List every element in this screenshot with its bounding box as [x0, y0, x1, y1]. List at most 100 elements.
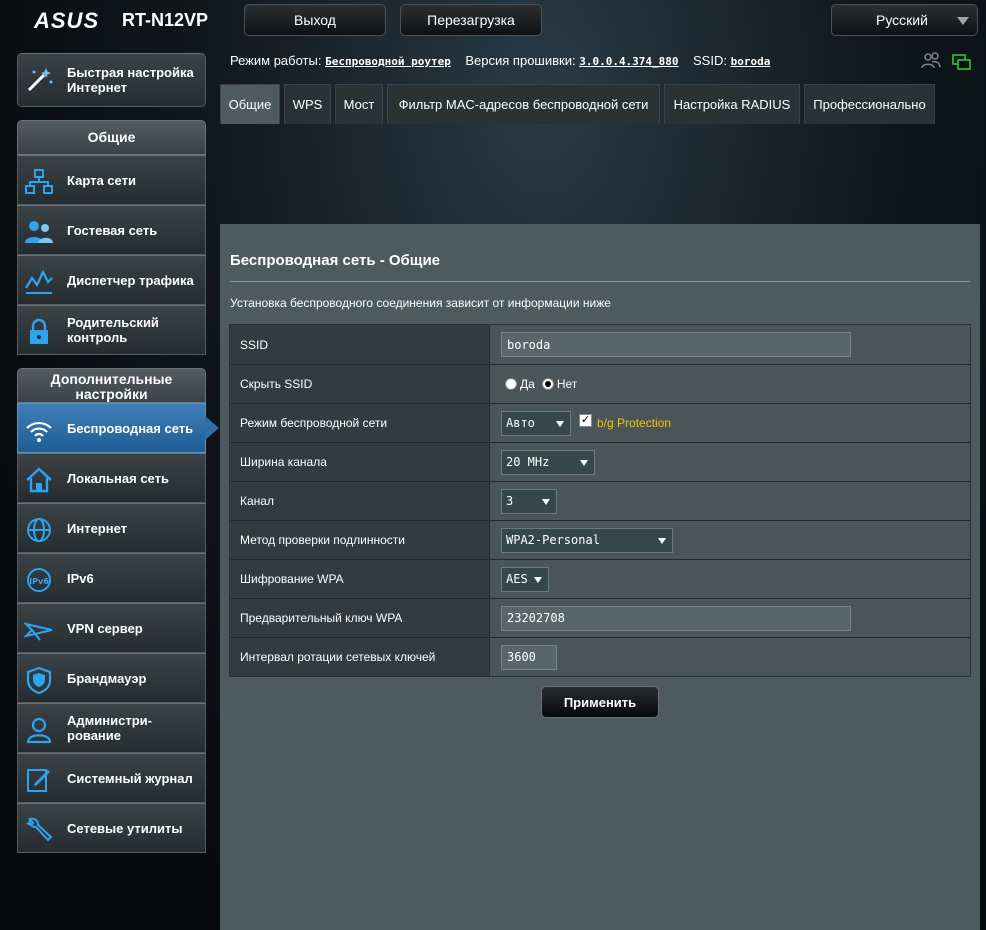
hide-ssid-yes-label: Да [520, 377, 535, 391]
ssid-link[interactable]: boroda [731, 55, 771, 68]
usb-status-icon[interactable] [952, 53, 972, 71]
mode-link[interactable]: Беспроводной роутер [325, 55, 451, 68]
sidebar-item-traffic-manager[interactable]: Диспетчер трафика [17, 255, 206, 305]
guest-network-icon [24, 218, 54, 246]
sidebar-item-administration[interactable]: Администри-рование [17, 703, 206, 753]
language-select[interactable]: Русский [831, 4, 978, 36]
router-model: RT-N12VP [122, 10, 209, 30]
traffic-manager-icon [24, 268, 54, 296]
sidebar-item-label: Администри-рование [67, 713, 152, 743]
admin-icon [24, 716, 54, 744]
sidebar-item-wireless[interactable]: Беспроводная сеть [17, 403, 219, 453]
channel-width-select[interactable]: 20 MHz [501, 449, 595, 475]
form-row-wpa-key: Предварительный ключ WPA 23202708 [230, 598, 970, 637]
sidebar-item-network-tools[interactable]: Сетевые утилиты [17, 803, 206, 853]
tab-general[interactable]: Общие [220, 84, 280, 124]
ssid-status-label: SSID: [693, 53, 727, 68]
chevron-down-icon [658, 537, 666, 544]
sidebar-item-label: Системный журнал [67, 770, 193, 786]
reboot-button[interactable]: Перезагрузка [400, 4, 542, 36]
wpa-encryption-value: AES [506, 572, 528, 586]
sidebar-item-label: Интернет [67, 520, 128, 536]
active-indicator-arrow [205, 416, 219, 440]
chevron-down-icon [542, 498, 550, 505]
sidebar-item-label: Гостевая сеть [67, 222, 158, 238]
channel-width-value: 20 MHz [506, 455, 550, 469]
sidebar-item-network-map[interactable]: Карта сети [17, 155, 206, 205]
wpa-key-input[interactable]: 23202708 [501, 605, 851, 631]
sidebar-item-label: Локальная сеть [67, 470, 169, 486]
network-map-icon [24, 168, 54, 196]
status-bar: Режим работы: Беспроводной роутер Версия… [230, 53, 770, 68]
auth-method-select[interactable]: WPA2-Personal [501, 527, 673, 553]
sidebar-item-label: IPv6 [67, 570, 94, 586]
wpa-encryption-select[interactable]: AES [501, 566, 549, 592]
bg-protection-checkbox[interactable]: ✓ [579, 413, 592, 427]
hide-ssid-no-radio[interactable] [541, 378, 554, 390]
wireless-icon [24, 416, 54, 444]
auth-method-value: WPA2-Personal [506, 533, 600, 547]
sidebar-item-label: Сетевые утилиты [67, 820, 183, 836]
sidebar-item-guest-network[interactable]: Гостевая сеть [17, 205, 206, 255]
ipv6-icon: IPv6 [24, 566, 54, 594]
parental-control-icon [24, 318, 54, 346]
apply-button[interactable]: Применить [541, 686, 659, 718]
lan-icon [24, 466, 54, 494]
sidebar-item-label: Родительский контроль [67, 315, 159, 345]
tab-wps[interactable]: WPS [284, 84, 331, 124]
tab-mac-filter[interactable]: Фильтр MAC-адресов беспроводной сети [387, 84, 660, 124]
channel-select[interactable]: 3 [501, 488, 557, 514]
form-row-hide-ssid: Скрыть SSID Да Нет [230, 364, 970, 403]
language-value: Русский [876, 12, 928, 28]
hide-ssid-yes-radio[interactable] [505, 378, 517, 390]
wireless-mode-value: Авто [506, 416, 535, 430]
wireless-mode-label: Режим беспроводной сети [230, 404, 490, 442]
logout-button[interactable]: Выход [244, 4, 386, 36]
sidebar-item-label: Брандмауэр [67, 670, 147, 686]
firewall-icon [24, 666, 54, 694]
key-interval-label: Интервал ротации сетевых ключей [230, 638, 490, 676]
tab-radius[interactable]: Настройка RADIUS [664, 84, 800, 124]
sidebar-item-label: Карта сети [67, 172, 136, 188]
form-row-ssid: SSID boroda [230, 325, 970, 364]
chevron-down-icon [580, 459, 588, 466]
form-row-key-interval: Интервал ротации сетевых ключей 3600 [230, 637, 970, 676]
wpa-encryption-label: Шифрование WPA [230, 560, 490, 598]
hide-ssid-no-label: Нет [556, 377, 578, 391]
tools-icon [24, 816, 54, 844]
form-row-auth-method: Метод проверки подлинности WPA2-Personal [230, 520, 970, 559]
form-row-wireless-mode: Режим беспроводной сети Авто ✓ b/g Prote… [230, 403, 970, 442]
sidebar-item-firewall[interactable]: Брандмауэр [17, 653, 206, 703]
svg-text:IPv6: IPv6 [29, 577, 49, 586]
general-section-header: Общие [17, 120, 206, 155]
channel-width-label: Ширина канала [230, 443, 490, 481]
sidebar-item-system-log[interactable]: Системный журнал [17, 753, 206, 803]
key-interval-input[interactable]: 3600 [501, 644, 557, 670]
sidebar-item-lan[interactable]: Локальная сеть [17, 453, 206, 503]
tab-bridge[interactable]: Мост [335, 84, 383, 124]
vpn-icon [24, 616, 54, 644]
firmware-label: Версия прошивки: [465, 53, 576, 68]
chevron-down-icon [534, 576, 542, 583]
sidebar-item-label: Диспетчер трафика [67, 272, 194, 288]
form-row-wpa-encryption: Шифрование WPA AES [230, 559, 970, 598]
hide-ssid-label: Скрыть SSID [230, 365, 490, 403]
channel-value: 3 [506, 494, 514, 508]
sidebar-item-ipv6[interactable]: IPv6 IPv6 [17, 553, 206, 603]
sidebar-item-vpn[interactable]: VPN сервер [17, 603, 206, 653]
firmware-link[interactable]: 3.0.0.4.374_880 [579, 55, 678, 68]
clients-icon[interactable] [921, 52, 941, 70]
ssid-input[interactable]: boroda [501, 332, 851, 357]
quick-setup-button[interactable]: Быстрая настройка Интернет [17, 53, 206, 107]
chevron-down-icon [556, 420, 564, 427]
advanced-section-header: Дополнительные настройки [17, 368, 206, 403]
wireless-settings-form: SSID boroda Скрыть SSID Да Нет Режим бес… [229, 324, 971, 677]
form-row-channel-width: Ширина канала 20 MHz [230, 442, 970, 481]
sidebar-item-internet[interactable]: Интернет [17, 503, 206, 553]
wireless-mode-select[interactable]: Авто [501, 410, 571, 436]
sidebar-item-parental-control[interactable]: Родительский контроль [17, 305, 206, 355]
tab-professional[interactable]: Профессионально [804, 84, 935, 124]
wpa-key-label: Предварительный ключ WPA [230, 599, 490, 637]
router-admin-page: ASUS RT-N12VP Выход Перезагрузка Русский… [0, 0, 986, 930]
quick-setup-label: Быстрая настройка Интернет [67, 65, 194, 95]
